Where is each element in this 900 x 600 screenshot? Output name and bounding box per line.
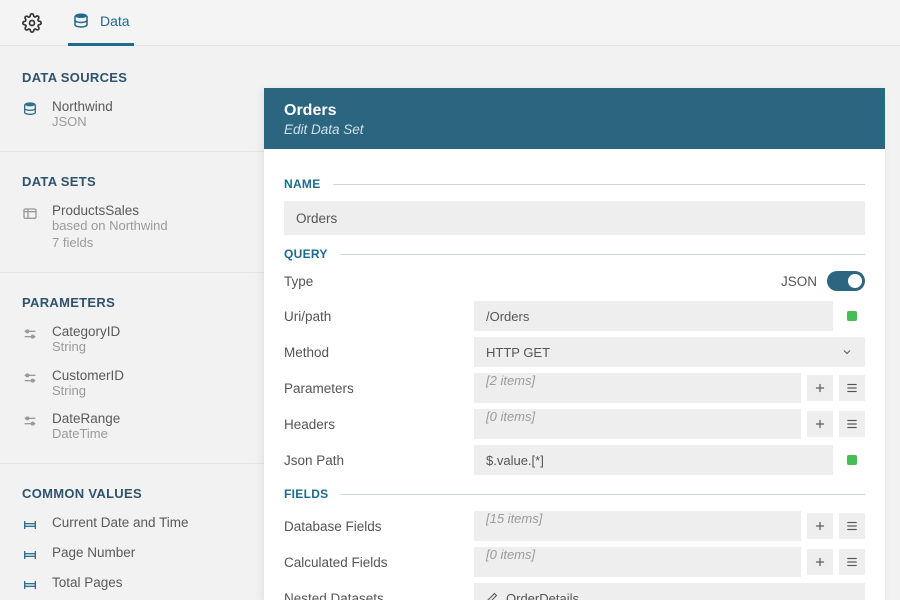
sidebar-item-sublabel: String: [52, 339, 120, 356]
sidebar: DATA SOURCES Northwind JSON DATA SETS Pr…: [0, 46, 264, 600]
list-button[interactable]: [839, 513, 865, 539]
section-header-data-sources: DATA SOURCES: [0, 64, 264, 93]
sidebar-item-customerid[interactable]: CustomerID String: [0, 362, 264, 406]
sidebar-item-label: Northwind: [52, 99, 113, 114]
top-tabs: Data: [0, 0, 900, 46]
row-calculated-fields: Calculated Fields [0 items]: [284, 547, 865, 577]
gear-icon: [22, 13, 42, 33]
edit-dataset-panel: Orders Edit Data Set NAME QUERY Type JSO…: [264, 88, 885, 600]
sidebar-item-sublabel: DateTime: [52, 426, 120, 443]
sidebar-item-label: Total Pages: [52, 575, 123, 590]
chevron-down-icon: [841, 346, 853, 358]
panel-subtitle: Edit Data Set: [284, 122, 865, 137]
section-parameters: PARAMETERS CategoryID String CustomerID …: [0, 289, 264, 465]
parameter-icon: [22, 413, 40, 429]
row-method: Method HTTP GET: [284, 337, 865, 367]
query-type-label: Type: [284, 274, 313, 289]
row-parameters: Parameters [2 items]: [284, 373, 865, 403]
group-query-header: QUERY: [284, 247, 865, 261]
status-dot-icon: [847, 455, 857, 465]
sidebar-item-sublabel: 7 fields: [52, 235, 168, 252]
section-header-common-values: COMMON VALUES: [0, 480, 264, 509]
add-button[interactable]: [807, 549, 833, 575]
sidebar-item-label: Current Date and Time: [52, 515, 189, 530]
section-data-sources: DATA SOURCES Northwind JSON: [0, 64, 264, 152]
panel-header: Orders Edit Data Set: [264, 88, 885, 149]
tab-data[interactable]: Data: [68, 0, 134, 46]
query-type-value: JSON: [781, 274, 817, 289]
nested-datasets-input[interactable]: OrderDetails: [474, 583, 865, 600]
calculated-fields-input[interactable]: [0 items]: [474, 547, 801, 577]
sidebar-item-northwind[interactable]: Northwind JSON: [0, 93, 264, 137]
sidebar-item-categoryid[interactable]: CategoryID String: [0, 318, 264, 362]
sidebar-item-current-datetime[interactable]: Current Date and Time: [0, 509, 264, 539]
sidebar-item-label: CustomerID: [52, 368, 124, 383]
sidebar-item-productssales[interactable]: ProductsSales based on Northwind 7 field…: [0, 197, 264, 258]
row-headers: Headers [0 items]: [284, 409, 865, 439]
list-button[interactable]: [839, 375, 865, 401]
section-common-values: COMMON VALUES Current Date and Time Page…: [0, 480, 264, 600]
database-fields-input[interactable]: [15 items]: [474, 511, 801, 541]
main-layout: DATA SOURCES Northwind JSON DATA SETS Pr…: [0, 46, 900, 600]
panel-body: NAME QUERY Type JSON Uri/path: [264, 149, 885, 600]
row-nested-datasets: Nested Datasets OrderDetails: [284, 583, 865, 600]
measure-icon: [22, 517, 40, 533]
group-name-header: NAME: [284, 177, 865, 191]
query-type-toggle[interactable]: [827, 271, 865, 291]
headers-input[interactable]: [0 items]: [474, 409, 801, 439]
sidebar-item-sublabel: JSON: [52, 114, 113, 131]
database-icon: [22, 101, 40, 117]
parameter-icon: [22, 370, 40, 386]
list-button[interactable]: [839, 549, 865, 575]
jsonpath-input[interactable]: [474, 445, 833, 475]
tab-settings[interactable]: [18, 0, 46, 46]
row-uri: Uri/path: [284, 301, 865, 331]
dataset-name-input[interactable]: [284, 201, 865, 235]
group-fields-header: FIELDS: [284, 487, 865, 501]
status-dot-icon: [847, 311, 857, 321]
uri-input[interactable]: [474, 301, 833, 331]
edit-icon: [486, 592, 498, 600]
row-json-path: Json Path: [284, 445, 865, 475]
parameters-input[interactable]: [2 items]: [474, 373, 801, 403]
sidebar-item-daterange[interactable]: DateRange DateTime: [0, 405, 264, 449]
method-select[interactable]: HTTP GET: [474, 337, 865, 367]
measure-icon: [22, 577, 40, 593]
dataset-icon: [22, 205, 40, 221]
section-header-data-sets: DATA SETS: [0, 168, 264, 197]
sidebar-item-page-number[interactable]: Page Number: [0, 539, 264, 569]
list-button[interactable]: [839, 411, 865, 437]
database-icon: [72, 12, 90, 30]
sidebar-item-label: CategoryID: [52, 324, 120, 339]
sidebar-item-label: Page Number: [52, 545, 135, 560]
sidebar-item-label: DateRange: [52, 411, 120, 426]
sidebar-item-total-pages[interactable]: Total Pages: [0, 569, 264, 599]
sidebar-item-sublabel: based on Northwind: [52, 218, 168, 235]
parameter-icon: [22, 326, 40, 342]
panel-title: Orders: [284, 102, 865, 120]
content-area: Orders Edit Data Set NAME QUERY Type JSO…: [264, 46, 900, 600]
add-button[interactable]: [807, 513, 833, 539]
add-button[interactable]: [807, 411, 833, 437]
row-database-fields: Database Fields [15 items]: [284, 511, 865, 541]
sidebar-item-label: ProductsSales: [52, 203, 168, 218]
measure-icon: [22, 547, 40, 563]
section-data-sets: DATA SETS ProductsSales based on Northwi…: [0, 168, 264, 273]
sidebar-item-sublabel: String: [52, 383, 124, 400]
add-button[interactable]: [807, 375, 833, 401]
query-type-row: Type JSON: [284, 271, 865, 291]
section-header-parameters: PARAMETERS: [0, 289, 264, 318]
tab-data-label: Data: [100, 13, 130, 29]
